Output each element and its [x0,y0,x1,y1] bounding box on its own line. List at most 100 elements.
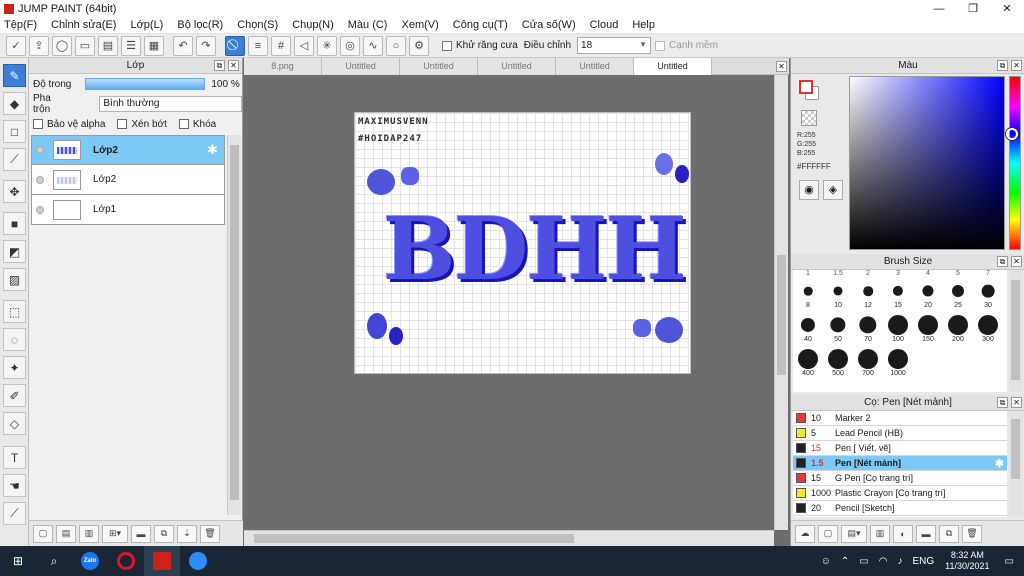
brush-tool-icon[interactable]: ✎ [3,64,26,87]
circle-icon[interactable]: ○ [386,35,406,56]
layer-scrollbar[interactable] [227,135,241,515]
tab-document[interactable]: Untitled [556,58,634,75]
visibility-icon[interactable] [36,146,44,154]
jump-paint-app-icon[interactable] [144,546,180,576]
opera-app-icon[interactable] [108,546,144,576]
brush-size-option[interactable]: 15 [883,280,913,310]
opacity-slider[interactable] [85,78,206,90]
panel-close-icon[interactable]: ✕ [1011,60,1022,71]
new-layer-icon[interactable]: ▢ [33,524,53,543]
select-eraser-tool-icon[interactable]: ◇ [3,412,26,435]
rect-select-tool-icon[interactable]: ⬚ [3,300,26,323]
brush-size-option[interactable]: 50 [823,314,853,344]
page-list-icon[interactable]: ☰ [121,35,141,56]
battery-icon[interactable]: ▭ [859,556,868,567]
new-layer-8bit-icon[interactable]: ▤ [56,524,76,543]
soft-edge-checkbox[interactable] [655,40,666,51]
duplicate-icon[interactable]: ⧉ [939,524,959,543]
text-tool-icon[interactable]: T [3,446,26,469]
layer-row[interactable]: Lớp2 ✱ [31,135,225,165]
cloud-check-icon[interactable]: ✓ [6,35,26,56]
menu-filter[interactable]: Bộ lọc(R) [177,19,223,31]
undock-icon[interactable]: ⧉ [214,60,225,71]
canvas-horizontal-scrollbar[interactable] [244,530,774,546]
clip-checkbox[interactable] [117,119,128,129]
move-tool-icon[interactable]: ✥ [3,180,26,203]
grid-ruler-icon[interactable]: # [271,35,291,56]
wifi-icon[interactable]: ◠ [879,556,888,567]
menu-edit[interactable]: Chỉnh sửa(E) [51,19,116,31]
brush-list-item[interactable]: 20 Pencil [Sketch] [793,501,1007,516]
close-button[interactable]: ✕ [990,0,1024,17]
menu-tools[interactable]: Công cụ(T) [453,19,508,31]
new-brush-icon[interactable]: ▢ [818,524,838,543]
tabs-close-icon[interactable]: ✕ [776,61,787,72]
lock-checkbox[interactable] [178,119,189,129]
gear-icon[interactable]: ✱ [207,143,221,157]
brush-size-option[interactable]: 500 [823,348,853,378]
menu-view[interactable]: Xem(V) [401,19,438,31]
tab-document-active[interactable]: Untitled [634,58,712,75]
brush-sound-icon[interactable]: ◐ [893,524,913,543]
brush-size-option[interactable]: 1000 [883,348,913,378]
menu-window[interactable]: Cửa số(W) [522,19,576,31]
brush-size-option[interactable]: 30 [973,280,1003,310]
brush-size-option[interactable]: 10 [823,280,853,310]
hue-slider[interactable] [1009,76,1021,250]
perspective-icon[interactable]: ◁ [294,35,314,56]
delete-icon[interactable]: 🗑 [962,524,982,543]
layer-row[interactable]: Lớp1 [31,195,225,225]
drawing-canvas[interactable]: MAXIMUSVENN #HOIDAP247 BDHH [354,112,691,374]
brush-list-item[interactable]: 1000 Plastic Crayon [Cọ trang trí] [793,486,1007,501]
windows-start-icon[interactable]: ⊞ [0,546,36,576]
line-tool-icon[interactable]: ⟋ [3,148,26,171]
panel-close-icon[interactable]: ✕ [228,60,239,71]
magic-wand-tool-icon[interactable]: ✦ [3,356,26,379]
brush-size-option[interactable]: 25 [943,280,973,310]
visibility-icon[interactable] [36,205,44,214]
language-indicator[interactable]: ENG [912,556,934,567]
lasso-tool-icon[interactable]: ◌ [3,328,26,351]
brush-size-option[interactable]: 40 [793,314,823,344]
maximize-button[interactable]: ❐ [956,0,990,17]
brush-size-option[interactable]: 70 [853,314,883,344]
undock-icon[interactable]: ⧉ [997,397,1008,408]
cloud-download-icon[interactable]: ☁ [795,524,815,543]
blend-mode-select[interactable]: Bình thường [99,96,242,112]
adjust-select[interactable]: 18 ▼ [577,37,652,54]
panel-close-icon[interactable]: ✕ [1011,397,1022,408]
visibility-icon[interactable] [36,175,44,184]
add-layer-menu-icon[interactable]: ⊞▾ [102,524,128,543]
ruler-settings-icon[interactable]: ⚙ [409,35,429,56]
duplicate-icon[interactable]: ⧉ [154,524,174,543]
page-grid-icon[interactable]: ▦ [144,35,164,56]
tab-document[interactable]: Untitled [400,58,478,75]
canvas-vertical-scrollbar[interactable] [774,75,788,530]
protect-alpha-checkbox[interactable] [33,119,43,129]
brush-size-option[interactable]: 150 [913,314,943,344]
transparent-color-swatch[interactable] [801,110,817,126]
brush-list-item[interactable]: 15 Pen [ Viết, vẽ] [793,441,1007,456]
redo-icon[interactable]: ↷ [196,35,216,56]
merge-icon[interactable]: ⇣ [177,524,197,543]
zalo-app-icon[interactable]: Zalo [72,546,108,576]
brush-list-item[interactable]: 10 Marker 2 [793,411,1007,426]
brush-size-option[interactable]: 8 [793,280,823,310]
brush-size-option[interactable]: 12 [853,280,883,310]
folder-icon[interactable]: ▬ [916,524,936,543]
layer-row[interactable]: Lớp2 [31,165,225,195]
delete-icon[interactable]: 🗑 [200,524,220,543]
zoom-app-icon[interactable] [180,546,216,576]
tab-document[interactable]: Untitled [478,58,556,75]
saturation-value-picker[interactable] [849,76,1005,250]
menu-layer[interactable]: Lớp(L) [130,19,163,31]
menu-cloud[interactable]: Cloud [590,19,619,31]
gear-icon[interactable]: ✱ [995,457,1004,470]
brush-size-scrollbar[interactable] [1009,270,1023,392]
panel-close-icon[interactable]: ✕ [1011,256,1022,267]
hue-marker[interactable] [1006,128,1018,140]
brush-size-option[interactable]: 400 [793,348,823,378]
brush-settings-icon[interactable]: ▥ [870,524,890,543]
brush-size-option[interactable]: 300 [973,314,1003,344]
concentric-icon[interactable]: ◎ [340,35,360,56]
